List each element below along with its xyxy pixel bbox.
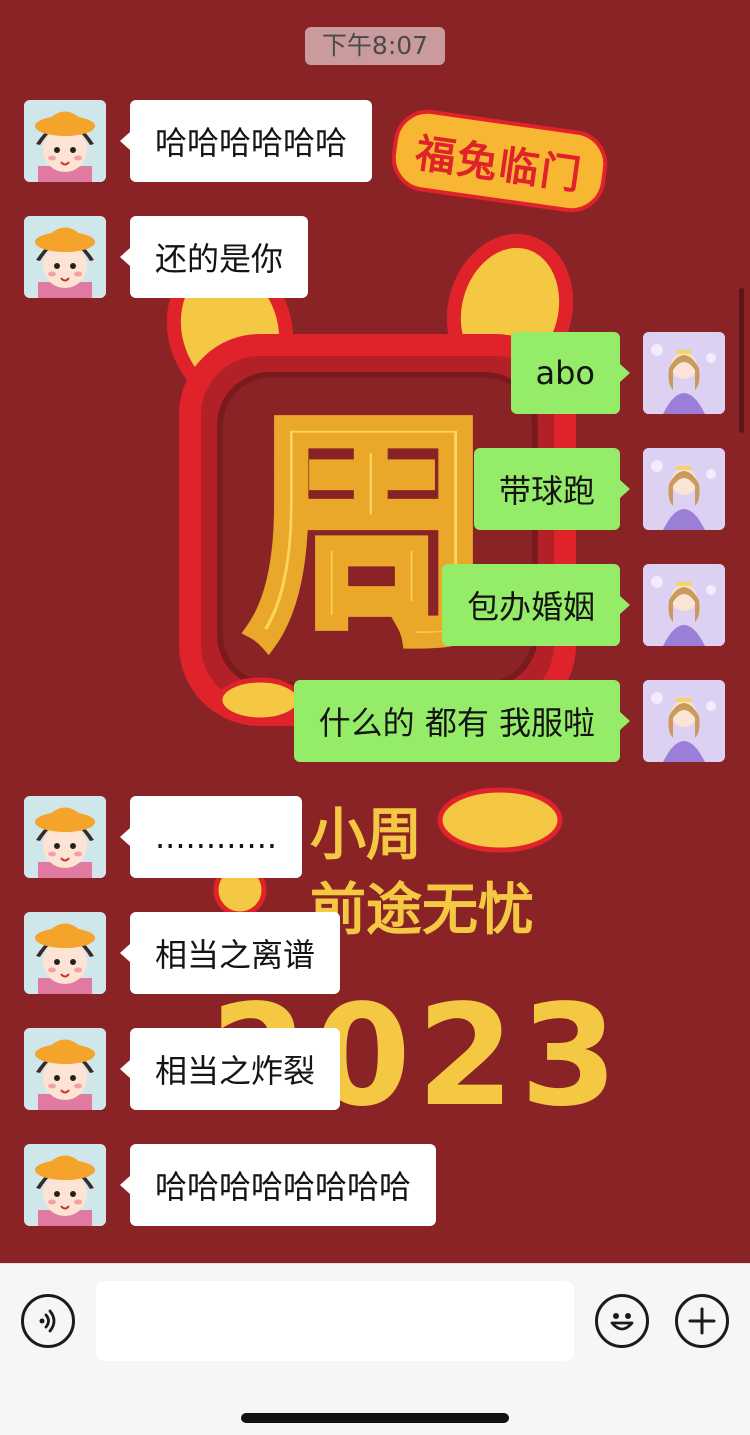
my-avatar[interactable] [643,448,725,530]
contact-avatar[interactable] [24,912,106,994]
message-input[interactable] [96,1281,574,1361]
received-message-bubble[interactable]: 相当之离谱 [119,912,341,994]
contact-avatar[interactable] [24,216,106,298]
contact-avatar[interactable] [24,796,106,878]
contact-avatar[interactable] [24,100,106,182]
sent-message-bubble[interactable]: abo [510,332,630,414]
received-message-bubble[interactable]: 哈哈哈哈哈哈哈哈 [119,1144,437,1226]
home-indicator[interactable] [241,1413,509,1423]
voice-icon [39,1309,56,1333]
emoji-button[interactable] [595,1294,649,1348]
received-message-bubble[interactable]: 哈哈哈哈哈哈 [119,100,373,182]
sent-message-bubble[interactable]: 包办婚姻 [441,564,631,646]
message-row: 哈哈哈哈哈哈 [0,100,750,182]
message-row: 相当之离谱 [0,912,750,994]
message-row: 哈哈哈哈哈哈哈哈 [0,1144,750,1226]
message-timestamp: 下午8:07 [305,27,445,65]
message-row: abo [0,332,750,414]
my-avatar[interactable] [643,564,725,646]
emoji-icon [610,1313,634,1331]
plus-button[interactable] [675,1294,729,1348]
sent-message-bubble[interactable]: 带球跑 [473,448,631,530]
message-row: ............ [0,796,750,878]
sent-message-bubble[interactable]: 什么的 都有 我服啦 [293,680,631,762]
voice-button[interactable] [21,1294,75,1348]
plus-icon [688,1307,716,1335]
message-row: 什么的 都有 我服啦 [0,680,750,762]
message-row: 带球跑 [0,448,750,530]
my-avatar[interactable] [643,680,725,762]
received-message-bubble[interactable]: 相当之炸裂 [119,1028,341,1110]
received-message-bubble[interactable]: ............ [119,796,303,878]
message-row: 还的是你 [0,216,750,298]
message-row: 相当之炸裂 [0,1028,750,1110]
chat-input-bar [0,1263,750,1435]
message-row: 包办婚姻 [0,564,750,646]
received-message-bubble[interactable]: 还的是你 [119,216,309,298]
contact-avatar[interactable] [24,1144,106,1226]
contact-avatar[interactable] [24,1028,106,1110]
my-avatar[interactable] [643,332,725,414]
